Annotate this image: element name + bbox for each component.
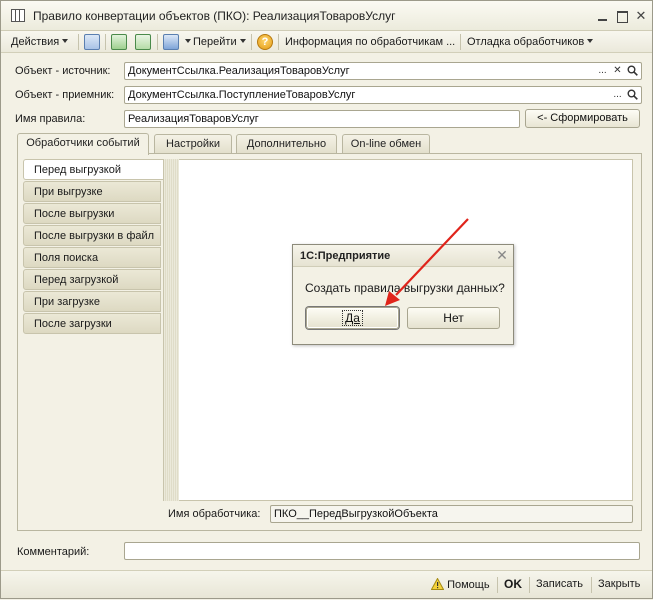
help-button-label: Помощь xyxy=(447,579,490,591)
dialog-yes-button[interactable]: Да xyxy=(306,307,399,329)
event-item-search-fields[interactable]: Поля поиска xyxy=(23,247,161,268)
maximize-button[interactable] xyxy=(613,7,631,25)
statusbar-separator xyxy=(497,577,498,593)
search-icon[interactable] xyxy=(625,63,640,79)
clear-icon[interactable]: ✕ xyxy=(610,63,625,79)
chevron-down-icon xyxy=(587,39,594,43)
close-form-button[interactable]: Закрыть xyxy=(598,578,640,590)
save-button[interactable]: Записать xyxy=(536,578,583,590)
handler-name-label: Имя обработчика: xyxy=(168,508,261,520)
event-item-on-export[interactable]: При выгрузке xyxy=(23,181,161,202)
minimize-button[interactable] xyxy=(594,7,612,25)
target-value: ДокументСсылка.ПоступлениеТоваровУслуг xyxy=(128,89,356,101)
dialog-yes-label: Да xyxy=(342,310,363,326)
toolbar: Действия Перейти ? Информация по обработ… xyxy=(1,31,652,53)
event-item-before-import[interactable]: Перед загрузкой xyxy=(23,269,161,290)
confirm-dialog: 1С:Предприятие ✕ Создать правила выгрузк… xyxy=(292,244,514,345)
rule-name-field[interactable]: РеализацияТоваровУслуг xyxy=(124,110,520,128)
toolbar-separator xyxy=(78,34,79,50)
generate-button[interactable]: <- Сформировать xyxy=(525,109,640,128)
handler-name-field[interactable]: ПКО__ПередВыгрузкойОбъекта xyxy=(270,505,633,523)
select-icon[interactable]: ... xyxy=(610,87,625,103)
source-label: Объект - источник: xyxy=(15,65,111,77)
actions-menu-label: Действия xyxy=(11,36,60,48)
help-button[interactable]: Помощь xyxy=(430,577,490,591)
tab-settings[interactable]: Настройки xyxy=(154,134,232,153)
toolbar-separator xyxy=(460,34,461,50)
dialog-title: 1С:Предприятие xyxy=(293,245,513,267)
event-item-after-export[interactable]: После выгрузки xyxy=(23,203,161,224)
toolbar-separator xyxy=(105,34,106,50)
source-value: ДокументСсылка.РеализацияТоваровУслуг xyxy=(128,65,350,77)
actions-menu[interactable]: Действия xyxy=(11,34,69,50)
goto-menu-label: Перейти xyxy=(193,36,237,48)
target-label: Объект - приемник: xyxy=(15,89,115,101)
statusbar-separator xyxy=(529,577,530,593)
navigate-icon[interactable] xyxy=(163,34,179,50)
handlers-info-button[interactable]: Информация по обработчикам ... xyxy=(285,34,455,50)
tab-online-exchange[interactable]: On-line обмен xyxy=(342,134,430,153)
chevron-down-icon xyxy=(62,39,69,43)
form-icon xyxy=(11,9,25,22)
debug-handlers-menu[interactable]: Отладка обработчиков xyxy=(467,34,594,50)
ok-button[interactable]: OK xyxy=(504,577,522,591)
target-field[interactable]: ДокументСсылка.ПоступлениеТоваровУслуг .… xyxy=(124,86,642,104)
dialog-close-icon[interactable]: ✕ xyxy=(495,248,509,262)
chevron-down-icon xyxy=(185,39,191,43)
chevron-down-icon xyxy=(239,39,246,43)
refresh-icon[interactable] xyxy=(111,34,127,50)
help-icon[interactable]: ? xyxy=(257,34,273,50)
event-item-before-export[interactable]: Перед выгрузкой xyxy=(23,159,163,180)
close-button[interactable]: ✕ xyxy=(632,7,650,25)
event-item-after-export-to-file[interactable]: После выгрузки в файл xyxy=(23,225,161,246)
search-icon[interactable] xyxy=(625,87,640,103)
tab-additional[interactable]: Дополнительно xyxy=(236,134,337,153)
title-bar: Правило конвертации объектов (ПКО): Реал… xyxy=(1,1,652,31)
debug-handlers-label: Отладка обработчиков xyxy=(467,36,585,48)
navigate-dropdown-arrow[interactable] xyxy=(182,34,191,50)
rule-name-value: РеализацияТоваровУслуг xyxy=(128,113,259,125)
select-icon[interactable]: ... xyxy=(595,63,610,79)
warning-icon xyxy=(430,577,445,590)
comment-label: Комментарий: xyxy=(17,546,90,558)
copy-icon[interactable] xyxy=(84,34,100,50)
rule-window: Правило конвертации объектов (ПКО): Реал… xyxy=(0,0,653,599)
goto-menu[interactable]: Перейти xyxy=(193,34,246,50)
tab-event-handlers[interactable]: Обработчики событий xyxy=(17,133,149,155)
editor-gutter xyxy=(163,159,179,501)
toolbar-separator xyxy=(278,34,279,50)
dialog-message: Создать правила выгрузки данных? xyxy=(305,281,505,295)
event-item-after-import[interactable]: После загрузки xyxy=(23,313,161,334)
handler-name-value: ПКО__ПередВыгрузкойОбъекта xyxy=(274,508,438,520)
comment-field[interactable] xyxy=(124,542,640,560)
status-bar: Помощь OK Записать Закрыть xyxy=(1,570,652,598)
statusbar-separator xyxy=(591,577,592,593)
toolbar-separator xyxy=(251,34,252,50)
rule-name-label: Имя правила: xyxy=(15,113,86,125)
add-copy-icon[interactable] xyxy=(135,34,151,50)
source-field[interactable]: ДокументСсылка.РеализацияТоваровУслуг ..… xyxy=(124,62,642,80)
event-item-on-import[interactable]: При загрузке xyxy=(23,291,161,312)
toolbar-separator xyxy=(157,34,158,50)
window-title: Правило конвертации объектов (ПКО): Реал… xyxy=(33,9,396,23)
dialog-no-button[interactable]: Нет xyxy=(407,307,500,329)
